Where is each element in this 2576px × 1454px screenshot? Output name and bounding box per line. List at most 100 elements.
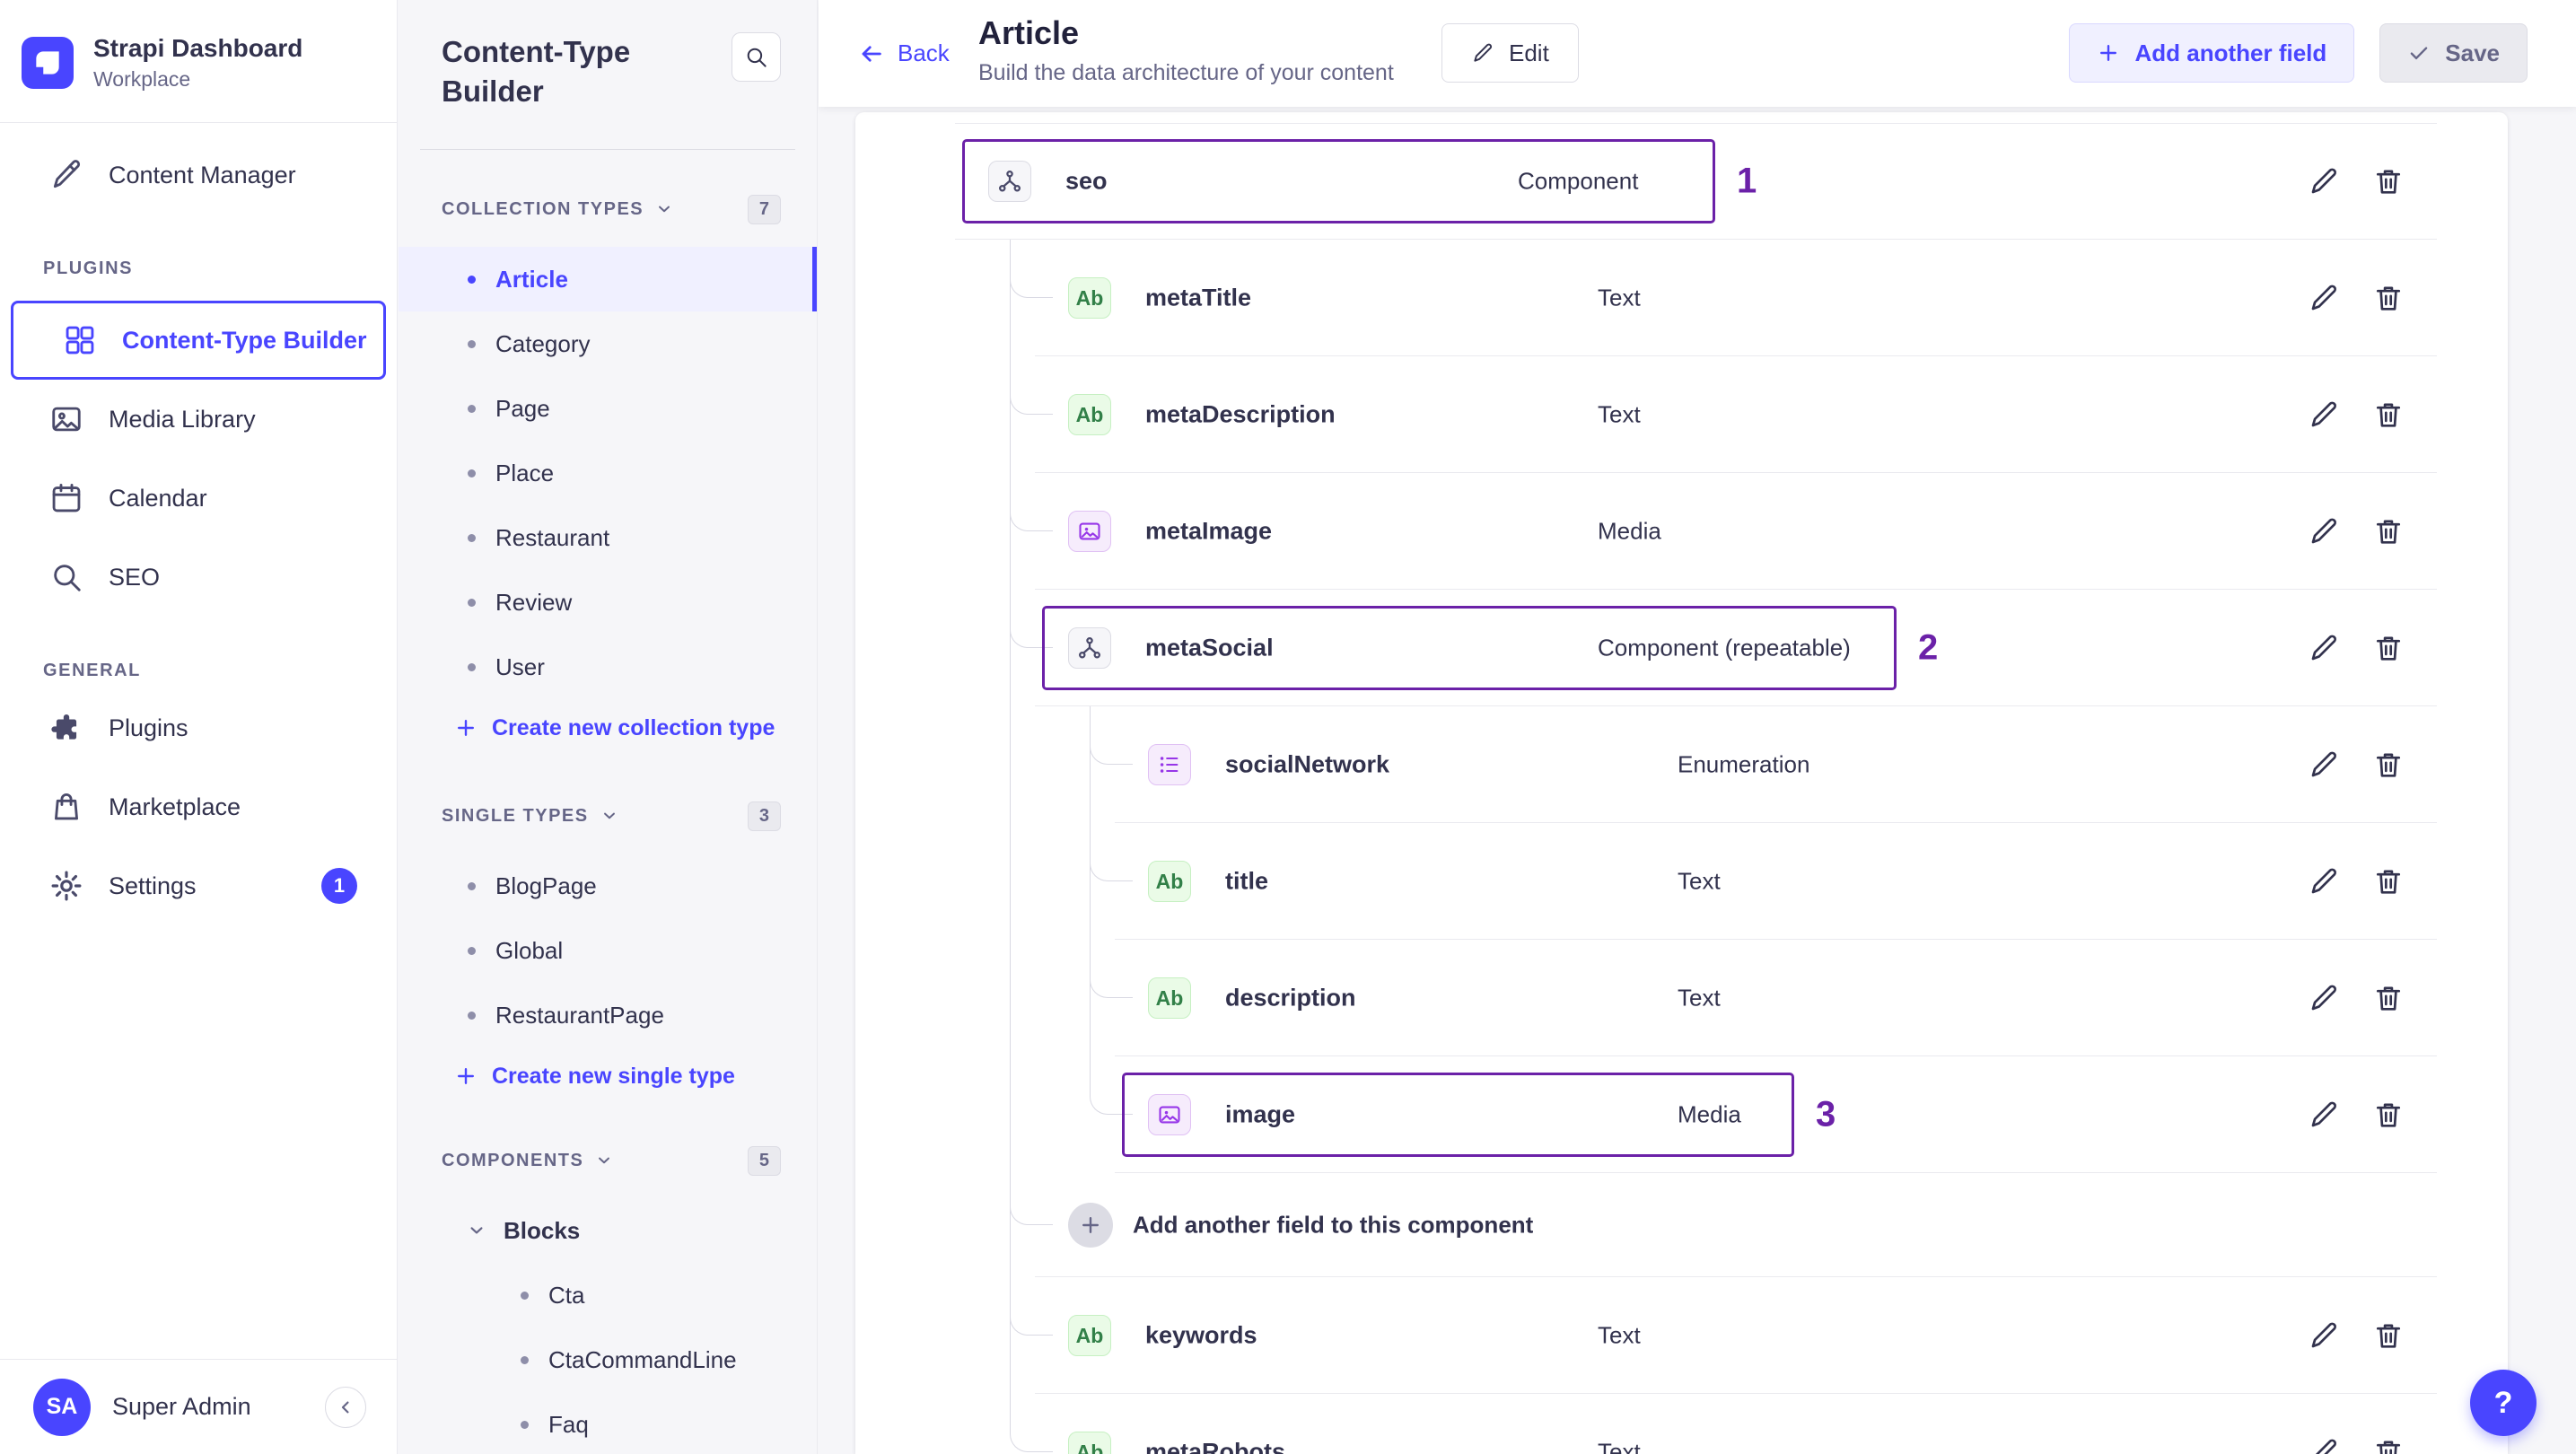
calendar-icon <box>49 481 83 515</box>
category-blocks[interactable]: Blocks <box>399 1198 817 1263</box>
nav-item-restaurant[interactable]: Restaurant <box>399 505 817 570</box>
component-item-ctacommandline[interactable]: CtaCommandLine <box>399 1327 817 1392</box>
delete-field-button[interactable] <box>2372 282 2405 314</box>
edit-field-button[interactable] <box>2308 1436 2340 1454</box>
edit-field-button[interactable] <box>2308 632 2340 664</box>
main-sidebar: Strapi Dashboard Workplace Content Manag… <box>0 0 398 1454</box>
edit-field-button[interactable] <box>2308 1099 2340 1131</box>
edit-field-button[interactable] <box>2308 282 2340 314</box>
group-header-components[interactable]: COMPONENTS 5 <box>399 1141 817 1180</box>
strapi-logo-icon[interactable] <box>22 37 74 89</box>
field-name: socialNetwork <box>1225 750 1390 778</box>
save-button-label: Save <box>2445 39 2500 66</box>
delete-field-button[interactable] <box>2372 1099 2405 1131</box>
bullet-icon <box>521 1420 529 1429</box>
edit-field-button[interactable] <box>2308 749 2340 781</box>
sidebar-item-content-type-builder[interactable]: Content-Type Builder <box>11 301 386 380</box>
nav-item-blogpage[interactable]: BlogPage <box>399 854 817 918</box>
group-header-collection-types[interactable]: COLLECTION TYPES 7 <box>399 189 817 229</box>
back-link[interactable]: Back <box>858 0 950 107</box>
edit-button[interactable]: Edit <box>1441 23 1579 83</box>
component-item-cta[interactable]: Cta <box>399 1263 817 1327</box>
search-button[interactable] <box>732 32 781 82</box>
sidebar-item-media-library[interactable]: Media Library <box>0 380 397 459</box>
section-label-general: GENERAL <box>43 660 141 680</box>
collapse-sidebar-button[interactable] <box>325 1386 366 1428</box>
delete-field-button[interactable] <box>2372 865 2405 898</box>
edit-pencil-icon <box>2308 165 2340 197</box>
delete-field-button[interactable] <box>2372 1436 2405 1454</box>
add-field-to-component-label[interactable]: Add another field to this component <box>1133 1212 1533 1239</box>
delete-field-button[interactable] <box>2372 165 2405 197</box>
field-rows: 1 seo Component Ab metaTitle Text Ab metaDescri… <box>855 112 2508 1454</box>
sidebar-item-marketplace[interactable]: Marketplace <box>0 767 397 846</box>
delete-field-button[interactable] <box>2372 1319 2405 1352</box>
delete-field-button[interactable] <box>2372 515 2405 547</box>
delete-field-button[interactable] <box>2372 982 2405 1014</box>
nav-item-article[interactable]: Article <box>399 247 817 311</box>
nav-item-review[interactable]: Review <box>399 570 817 635</box>
nav-item-user[interactable]: User <box>399 635 817 699</box>
edit-field-button[interactable] <box>2308 1319 2340 1352</box>
delete-field-button[interactable] <box>2372 632 2405 664</box>
edit-field-button[interactable] <box>2308 982 2340 1014</box>
sidebar-item-seo[interactable]: SEO <box>0 538 397 617</box>
nav-item-label: BlogPage <box>495 872 597 899</box>
nav-item-place[interactable]: Place <box>399 441 817 505</box>
edit-field-button[interactable] <box>2308 865 2340 898</box>
text-icon: Ab <box>1068 1432 1111 1454</box>
help-button[interactable]: ? <box>2470 1370 2537 1436</box>
bullet-icon <box>468 946 476 955</box>
delete-field-button[interactable] <box>2372 399 2405 431</box>
sidebar-item-settings[interactable]: Settings 1 <box>0 846 397 925</box>
edit-pencil-icon <box>1471 41 1494 65</box>
create-new-label: Create new single type <box>492 1063 735 1089</box>
trash-icon <box>2372 282 2405 314</box>
edit-pencil-icon <box>2308 1319 2340 1352</box>
page-header: Back Article Build the data architecture… <box>819 0 2576 107</box>
text-icon: Ab <box>1068 1315 1111 1356</box>
trash-icon <box>2372 1436 2405 1454</box>
field-type: Text <box>1678 984 1721 1012</box>
nav-item-category[interactable]: Category <box>399 311 817 376</box>
field-row-metaRobots: Ab metaRobots Text <box>855 1394 2508 1454</box>
nav-item-label: Review <box>495 588 573 616</box>
add-field-to-component-button[interactable] <box>1068 1203 1113 1248</box>
field-type: Text <box>1678 867 1721 895</box>
field-row-metaDescription: Ab metaDescription Text <box>855 356 2508 473</box>
bullet-icon <box>468 533 476 542</box>
field-type: Text <box>1598 400 1641 428</box>
create-new-link-create-new-single-type[interactable]: Create new single type <box>399 1047 817 1105</box>
nav-item-global[interactable]: Global <box>399 918 817 983</box>
field-name: metaImage <box>1145 517 1273 545</box>
brand-text: Strapi Dashboard Workplace <box>93 34 302 92</box>
sidebar-item-plugins[interactable]: Plugins <box>0 688 397 767</box>
sidebar-item-content-manager[interactable]: Content Manager <box>0 136 397 215</box>
nav-item-label: Page <box>495 394 550 422</box>
sidebar-item-calendar[interactable]: Calendar <box>0 459 397 538</box>
bullet-icon <box>468 662 476 671</box>
create-new-link-create-new-collection-type[interactable]: Create new collection type <box>399 699 817 757</box>
nav-item-restaurantpage[interactable]: RestaurantPage <box>399 983 817 1047</box>
brand: Strapi Dashboard Workplace <box>0 0 397 122</box>
edit-field-button[interactable] <box>2308 399 2340 431</box>
chevron-left-icon <box>335 1397 356 1418</box>
nav-item-label: Category <box>495 329 591 357</box>
enum-icon <box>1148 744 1191 785</box>
marketplace-bag-icon <box>49 790 83 824</box>
field-name: metaSocial <box>1145 634 1274 661</box>
sidebar-item-label: Content-Type Builder <box>122 326 367 354</box>
nav-item-page[interactable]: Page <box>399 376 817 441</box>
group-header-single-types[interactable]: SINGLE TYPES 3 <box>399 796 817 836</box>
trash-icon <box>2372 749 2405 781</box>
nav-item-label: Restaurant <box>495 523 610 551</box>
edit-field-button[interactable] <box>2308 515 2340 547</box>
group-label: COLLECTION TYPES <box>442 198 644 219</box>
edit-field-button[interactable] <box>2308 165 2340 197</box>
delete-field-button[interactable] <box>2372 749 2405 781</box>
avatar[interactable]: SA <box>33 1378 91 1436</box>
add-another-field-button[interactable]: Add another field <box>2069 23 2355 83</box>
save-button[interactable]: Save <box>2379 23 2528 83</box>
plus-icon <box>454 716 478 740</box>
component-item-faq[interactable]: Faq <box>399 1392 817 1454</box>
